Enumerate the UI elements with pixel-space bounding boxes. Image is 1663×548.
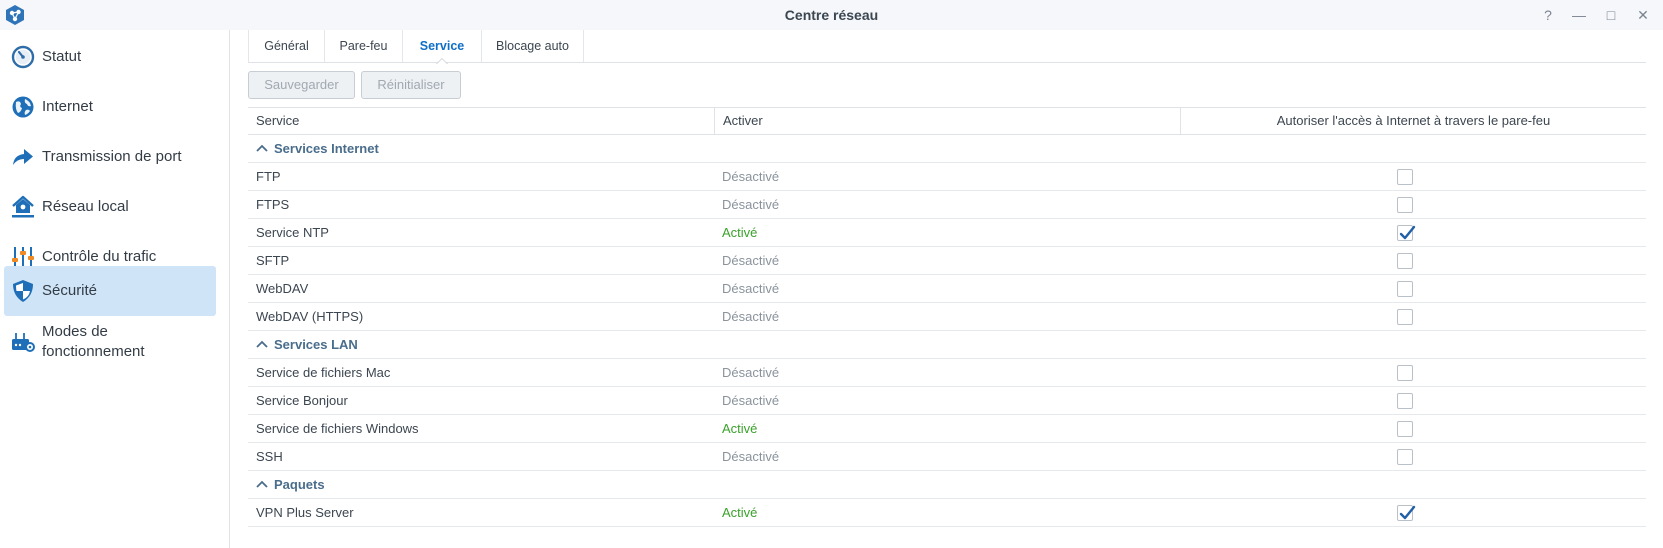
maximize-button[interactable]: □ bbox=[1601, 5, 1621, 25]
service-status: Désactivé bbox=[722, 169, 780, 184]
tab-general[interactable]: Général bbox=[248, 30, 324, 63]
table-row: WebDAV Désactivé bbox=[248, 275, 1646, 303]
group-label: Paquets bbox=[274, 477, 325, 492]
service-status: Activé bbox=[722, 505, 758, 520]
group-label: Services LAN bbox=[274, 337, 358, 352]
service-status: Désactivé bbox=[722, 281, 780, 296]
save-button[interactable]: Sauvegarder bbox=[248, 71, 355, 99]
table-row: VPN Plus Server Activé bbox=[248, 499, 1646, 527]
chevron-up-icon bbox=[256, 480, 268, 488]
table-row: Service de fichiers Windows Activé bbox=[248, 415, 1646, 443]
service-status: Désactivé bbox=[722, 309, 780, 324]
checkmark-icon bbox=[1399, 225, 1416, 240]
reset-button[interactable]: Réinitialiser bbox=[361, 71, 461, 99]
close-button[interactable]: ✕ bbox=[1633, 5, 1653, 25]
home-network-icon bbox=[12, 195, 34, 218]
table-row: SSH Désactivé bbox=[248, 443, 1646, 471]
column-header-enable[interactable]: Activer bbox=[714, 108, 1180, 134]
sidebar-item-status[interactable]: Statut bbox=[4, 32, 216, 82]
service-name: FTP bbox=[256, 169, 281, 184]
sidebar-item-local-network[interactable]: Réseau local bbox=[4, 182, 216, 232]
gauge-icon bbox=[11, 45, 35, 69]
shield-icon bbox=[13, 280, 33, 302]
table-row: SFTP Désactivé bbox=[248, 247, 1646, 275]
sidebar-item-label: Statut bbox=[42, 48, 82, 65]
table-row: FTP Désactivé bbox=[248, 163, 1646, 191]
firewall-access-checkbox[interactable] bbox=[1397, 281, 1413, 297]
firewall-access-checkbox[interactable] bbox=[1397, 449, 1413, 465]
tab-service[interactable]: Service bbox=[402, 30, 481, 64]
group-row-packages[interactable]: Paquets bbox=[248, 471, 1646, 499]
tab-firewall[interactable]: Pare-feu bbox=[324, 30, 402, 63]
sidebar-item-internet[interactable]: Internet bbox=[4, 82, 216, 132]
group-row-internet-services[interactable]: Services Internet bbox=[248, 135, 1646, 163]
service-status: Activé bbox=[722, 421, 758, 436]
forward-arrow-icon bbox=[13, 149, 33, 165]
chevron-up-icon bbox=[256, 340, 268, 348]
service-name: Service NTP bbox=[256, 225, 329, 240]
firewall-access-checkbox[interactable] bbox=[1397, 169, 1413, 185]
sidebar-item-port-forwarding[interactable]: Transmission de port bbox=[4, 132, 216, 182]
table-row: WebDAV (HTTPS) Désactivé bbox=[248, 303, 1646, 331]
service-name: FTPS bbox=[256, 197, 290, 212]
column-header-firewall-access[interactable]: Autoriser l'accès à Internet à travers l… bbox=[1180, 108, 1646, 134]
sidebar-item-label: Internet bbox=[42, 98, 93, 115]
service-status: Désactivé bbox=[722, 449, 780, 464]
service-name: WebDAV (HTTPS) bbox=[256, 309, 364, 324]
group-label: Services Internet bbox=[274, 141, 379, 156]
service-name: VPN Plus Server bbox=[256, 505, 354, 520]
service-status: Désactivé bbox=[722, 253, 780, 268]
service-name: WebDAV bbox=[256, 281, 309, 296]
chevron-up-icon bbox=[256, 144, 268, 152]
tab-service-label: Service bbox=[419, 39, 465, 53]
service-name: Service de fichiers Windows bbox=[256, 421, 419, 436]
tab-auto-block[interactable]: Blocage auto bbox=[481, 30, 584, 63]
sidebar-item-operation-modes[interactable]: Modes de fonctionnement bbox=[4, 316, 216, 368]
service-name: SSH bbox=[256, 449, 283, 464]
active-tab-caret bbox=[436, 58, 448, 64]
table-row: FTPS Désactivé bbox=[248, 191, 1646, 219]
sidebar-item-label: Modes de fonctionnement bbox=[42, 323, 145, 360]
firewall-access-checkbox[interactable] bbox=[1397, 253, 1413, 269]
firewall-access-checkbox[interactable] bbox=[1397, 225, 1416, 241]
table-header: Service Activer Autoriser l'accès à Inte… bbox=[248, 107, 1646, 135]
table-row: Service Bonjour Désactivé bbox=[248, 387, 1646, 415]
globe-icon bbox=[12, 96, 34, 118]
service-status: Désactivé bbox=[722, 197, 780, 212]
title-bar: Centre réseau ? — □ ✕ bbox=[0, 0, 1663, 30]
firewall-access-checkbox[interactable] bbox=[1397, 505, 1416, 521]
sidebar-item-label: Sécurité bbox=[42, 282, 98, 299]
column-header-service[interactable]: Service bbox=[248, 108, 714, 134]
sidebar-item-security[interactable]: Sécurité bbox=[4, 266, 216, 316]
service-name: SFTP bbox=[256, 253, 290, 268]
sidebar-item-label: Transmission de port bbox=[42, 148, 182, 165]
table-row: Service NTP Activé bbox=[248, 219, 1646, 247]
sidebar: Statut Internet Transmission de port Rés… bbox=[0, 30, 230, 548]
firewall-access-checkbox[interactable] bbox=[1397, 309, 1413, 325]
firewall-access-checkbox[interactable] bbox=[1397, 393, 1413, 409]
service-name: Service Bonjour bbox=[256, 393, 348, 408]
group-row-lan-services[interactable]: Services LAN bbox=[248, 331, 1646, 359]
minimize-button[interactable]: — bbox=[1569, 5, 1589, 25]
service-name: Service de fichiers Mac bbox=[256, 365, 391, 380]
help-button[interactable]: ? bbox=[1538, 5, 1558, 25]
service-status: Désactivé bbox=[722, 365, 780, 380]
router-gear-icon bbox=[12, 333, 35, 352]
window-title: Centre réseau bbox=[784, 7, 879, 23]
firewall-access-checkbox[interactable] bbox=[1397, 365, 1413, 381]
service-status: Activé bbox=[722, 225, 758, 240]
checkmark-icon bbox=[1399, 505, 1416, 520]
tab-bar: Général Pare-feu Service Blocage auto bbox=[248, 30, 1646, 64]
firewall-access-checkbox[interactable] bbox=[1397, 421, 1413, 437]
table-row: Service de fichiers Mac Désactivé bbox=[248, 359, 1646, 387]
sidebar-item-label: Réseau local bbox=[42, 198, 129, 215]
service-status: Désactivé bbox=[722, 393, 780, 408]
firewall-access-checkbox[interactable] bbox=[1397, 197, 1413, 213]
